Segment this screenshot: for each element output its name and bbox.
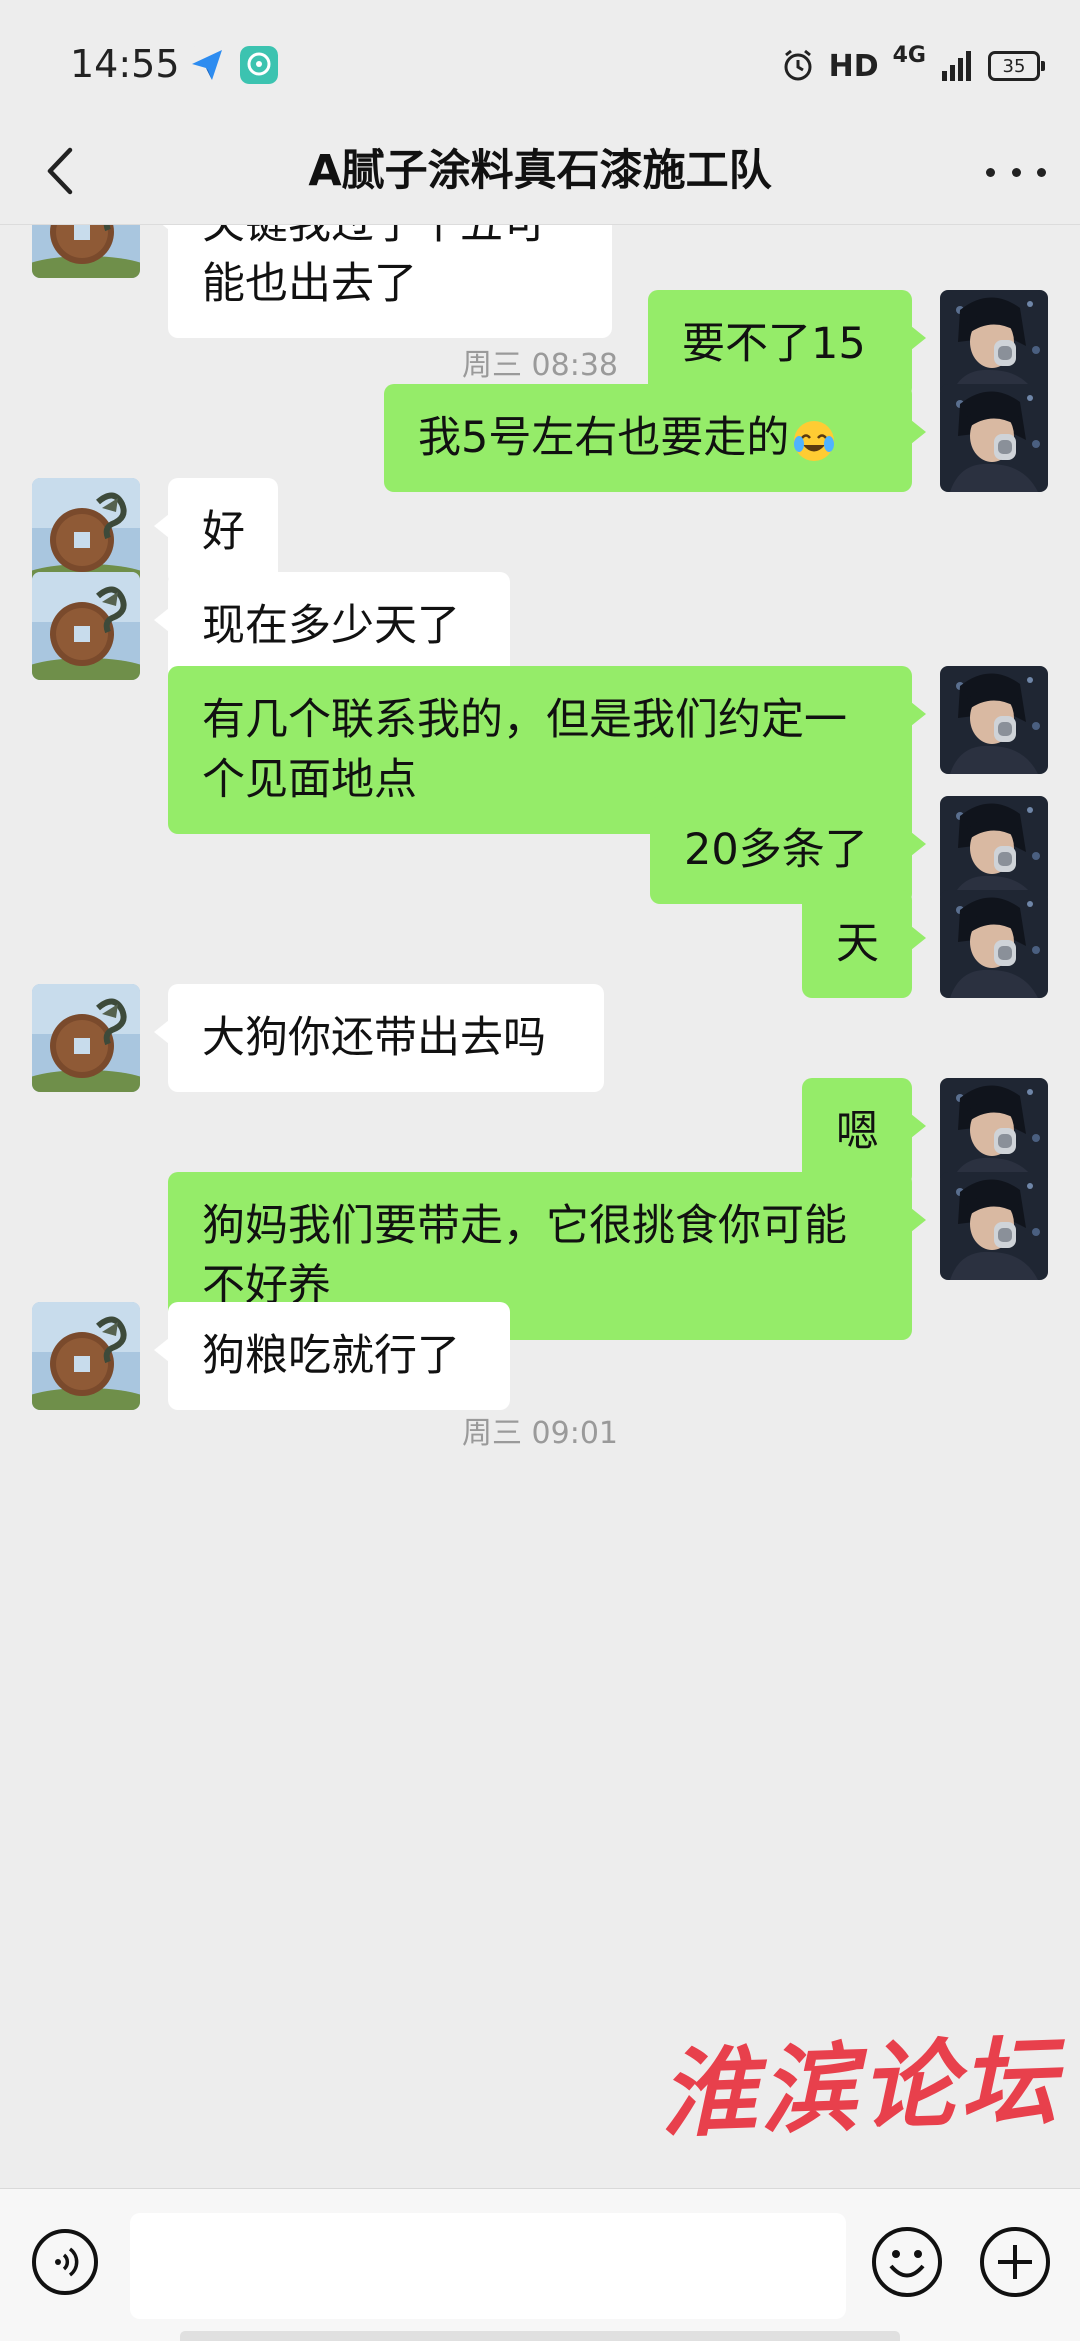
- message-text: 我5号左右也要走的: [418, 413, 790, 463]
- message-text: 有几个联系我的，但是我们约定一个见面地点: [202, 695, 847, 805]
- message-row: 狗粮吃就行了: [0, 1302, 1080, 1410]
- signal-icon: [942, 51, 971, 81]
- plus-icon[interactable]: [978, 2225, 1052, 2299]
- avatar[interactable]: [940, 384, 1048, 492]
- send-app-icon: [188, 46, 226, 84]
- message-text: 嗯: [836, 1107, 879, 1157]
- chevron-left-icon[interactable]: [30, 138, 96, 204]
- sent-message[interactable]: 我5号左右也要走的: [384, 384, 926, 492]
- status-indicators: HD 4G 35: [781, 43, 1045, 88]
- message-row: 狗妈我们要带走，它很挑食你可能不好养: [0, 1172, 1080, 1340]
- status-time: 14:55: [70, 42, 180, 86]
- chat-title: A腻子涂料真石漆施工队: [308, 146, 772, 196]
- avatar[interactable]: [32, 225, 140, 278]
- avatar[interactable]: [940, 1078, 1048, 1186]
- message-row: 嗯: [0, 1078, 1080, 1186]
- avatar[interactable]: [32, 478, 140, 586]
- message-text: 狗妈我们要带走，它很挑食你可能不好养: [202, 1201, 847, 1311]
- message-row: 关键我过了十五可能也出去了: [0, 225, 1080, 338]
- message-text: 现在多少天了: [202, 601, 460, 651]
- alarm-icon: [784, 49, 812, 81]
- received-message[interactable]: 狗粮吃就行了: [154, 1302, 510, 1410]
- voice-icon[interactable]: [30, 2227, 100, 2297]
- sent-message[interactable]: 20多条了: [650, 796, 926, 904]
- avatar[interactable]: [940, 796, 1048, 904]
- message-row: 20多条了: [0, 796, 1080, 904]
- message-text: 好: [202, 507, 245, 557]
- status-bar: 14:55 HD 4G 35: [0, 0, 1080, 130]
- battery-icon: 35: [988, 51, 1045, 81]
- message-input[interactable]: [130, 2213, 846, 2319]
- message-row: 我5号左右也要走的: [0, 384, 1080, 492]
- message-row: 天: [0, 890, 1080, 998]
- message-text: 天: [836, 919, 879, 969]
- received-message[interactable]: 大狗你还带出去吗: [154, 984, 604, 1092]
- message-row: 好: [0, 478, 1080, 586]
- watermark: 淮滨论坛: [658, 2024, 1063, 2151]
- sent-message[interactable]: 嗯: [802, 1078, 926, 1186]
- network-type: 4G: [892, 43, 926, 68]
- battery-level: 35: [1002, 55, 1026, 77]
- message-row: 大狗你还带出去吗: [0, 984, 1080, 1092]
- input-bar: [0, 2188, 1080, 2341]
- nav-bar: A腻子涂料真石漆施工队: [0, 120, 1080, 225]
- message-text: 要不了15: [682, 319, 866, 369]
- chat-app-icon: [240, 46, 278, 84]
- timestamp: 周三 09:01: [462, 1416, 618, 1451]
- message-row: 有几个联系我的，但是我们约定一个见面地点: [0, 666, 1080, 834]
- message-text: 大狗你还带出去吗: [202, 1013, 546, 1063]
- received-message[interactable]: 现在多少天了: [154, 572, 510, 680]
- message-list[interactable]: 关键我过了十五可能也出去了周三 08:38要不了15我5号左右也要走的好现在多少…: [0, 225, 1080, 2188]
- face-with-tears-of-joy-icon: [794, 420, 835, 461]
- avatar[interactable]: [32, 1302, 140, 1410]
- message-text: 20多条了: [684, 825, 868, 875]
- hd-indicator: HD: [828, 48, 879, 84]
- received-message[interactable]: 好: [154, 478, 278, 586]
- avatar[interactable]: [32, 572, 140, 680]
- avatar[interactable]: [32, 984, 140, 1092]
- avatar[interactable]: [940, 290, 1048, 398]
- message-row: 现在多少天了: [0, 572, 1080, 680]
- more-dots-icon[interactable]: [986, 150, 1046, 194]
- avatar[interactable]: [940, 890, 1048, 998]
- message-row: 要不了15: [0, 290, 1080, 398]
- sent-message[interactable]: 天: [802, 890, 926, 998]
- emoji-icon[interactable]: [870, 2225, 944, 2299]
- avatar[interactable]: [940, 1172, 1048, 1280]
- sent-message[interactable]: 要不了15: [648, 290, 926, 398]
- avatar[interactable]: [940, 666, 1048, 774]
- message-text: 狗粮吃就行了: [202, 1331, 460, 1381]
